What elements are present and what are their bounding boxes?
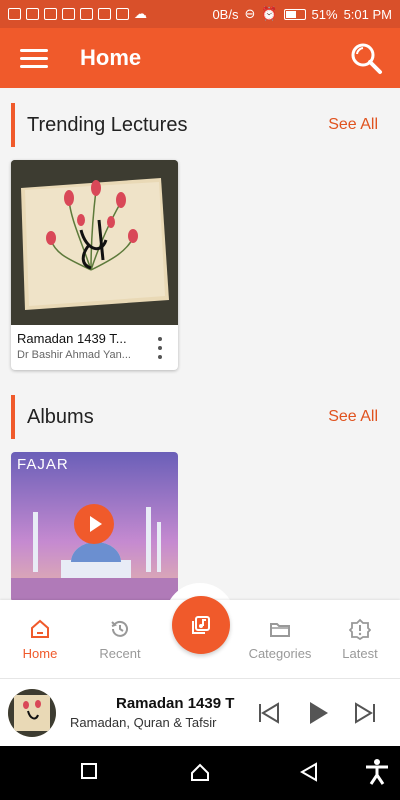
nav-categories-label: Categories bbox=[248, 645, 312, 661]
home-circle-icon[interactable] bbox=[190, 762, 210, 782]
lecture-card[interactable]: Ramadan 1439 T... Dr Bashir Ahmad Yan... bbox=[11, 160, 178, 370]
lecture-card-body: Ramadan 1439 T... Dr Bashir Ahmad Yan... bbox=[11, 325, 178, 370]
lecture-speaker: Dr Bashir Ahmad Yan... bbox=[17, 349, 131, 361]
player-text: Ramadan 1439 T Ramadan, Quran & Tafsir bbox=[70, 695, 245, 730]
clock: 5:01 PM bbox=[343, 6, 392, 22]
alarm-icon: ⏰ bbox=[261, 6, 278, 21]
albums-section-header: Albums See All bbox=[0, 394, 400, 440]
nav-recent[interactable]: Recent bbox=[80, 600, 160, 678]
system-navigation-bar bbox=[0, 746, 400, 800]
player-controls bbox=[254, 698, 380, 728]
play-icon[interactable] bbox=[74, 504, 114, 544]
music-library-button[interactable] bbox=[172, 596, 230, 654]
nav-categories[interactable]: Categories bbox=[240, 600, 320, 678]
dnd-icon: ⊖ bbox=[244, 6, 256, 21]
accessibility-icon[interactable] bbox=[364, 758, 390, 786]
lecture-artwork bbox=[11, 160, 178, 325]
nav-latest[interactable]: Latest bbox=[320, 600, 400, 678]
play-icon[interactable] bbox=[302, 698, 332, 728]
gmail-icon bbox=[80, 8, 93, 20]
image-icon bbox=[116, 8, 129, 20]
nav-home-label: Home bbox=[22, 645, 58, 661]
shirt-icon bbox=[62, 8, 75, 20]
history-icon bbox=[111, 620, 128, 637]
home-content: Trending Lectures See All Ramadan 1439 T… bbox=[0, 88, 400, 600]
nav-home[interactable]: Home bbox=[0, 600, 80, 678]
hamburger-icon[interactable] bbox=[12, 36, 56, 80]
album-card[interactable]: FAJAR bbox=[11, 452, 178, 600]
trending-section-header: Trending Lectures See All bbox=[0, 102, 400, 148]
nav-center bbox=[160, 596, 240, 678]
battery-icon bbox=[283, 8, 306, 20]
section-accent bbox=[11, 103, 15, 147]
skip-previous-icon[interactable] bbox=[254, 698, 284, 728]
app-bar: Home bbox=[0, 28, 400, 88]
album-name: FAJAR bbox=[17, 456, 69, 473]
mini-player[interactable]: Ramadan 1439 T Ramadan, Quran & Tafsir bbox=[0, 678, 400, 746]
section-title: Trending Lectures bbox=[27, 113, 188, 136]
nav-recent-label: Recent bbox=[99, 645, 141, 661]
mail-icon bbox=[44, 8, 57, 20]
badge-alert-icon bbox=[349, 618, 371, 640]
back-triangle-icon[interactable] bbox=[300, 762, 318, 782]
battery-percent: 51% bbox=[311, 6, 338, 22]
notification-icon bbox=[8, 8, 21, 20]
network-speed: 0B/s bbox=[212, 6, 239, 22]
player-subtitle: Ramadan, Quran & Tafsir bbox=[70, 715, 217, 730]
player-title: Ramadan 1439 T bbox=[116, 695, 235, 712]
see-all-trending-link[interactable]: See All bbox=[328, 116, 378, 134]
more-options-icon[interactable] bbox=[156, 337, 164, 359]
page-title: Home bbox=[80, 45, 142, 70]
lecture-title: Ramadan 1439 T... bbox=[17, 331, 127, 346]
skip-next-icon[interactable] bbox=[350, 698, 380, 728]
recents-square-icon[interactable] bbox=[80, 762, 98, 780]
music-library-icon bbox=[192, 616, 210, 634]
notification-icons: ☁ bbox=[8, 6, 147, 22]
nav-latest-label: Latest bbox=[342, 645, 378, 661]
section-accent bbox=[11, 395, 15, 439]
cloud-icon: ☁ bbox=[134, 6, 147, 21]
section-title: Albums bbox=[27, 405, 94, 428]
see-all-albums-link[interactable]: See All bbox=[328, 408, 378, 426]
bottom-navigation: Home Recent Categories Latest bbox=[0, 596, 400, 678]
player-artwork bbox=[8, 688, 56, 737]
upload-icon bbox=[26, 8, 39, 20]
status-bar: ☁ 0B/s ⊖ ⏰ 51% 5:01 PM bbox=[0, 0, 400, 28]
search-icon[interactable] bbox=[348, 40, 384, 76]
home-icon bbox=[31, 619, 49, 638]
folder-icon bbox=[270, 622, 290, 637]
calendar-icon bbox=[98, 8, 111, 20]
